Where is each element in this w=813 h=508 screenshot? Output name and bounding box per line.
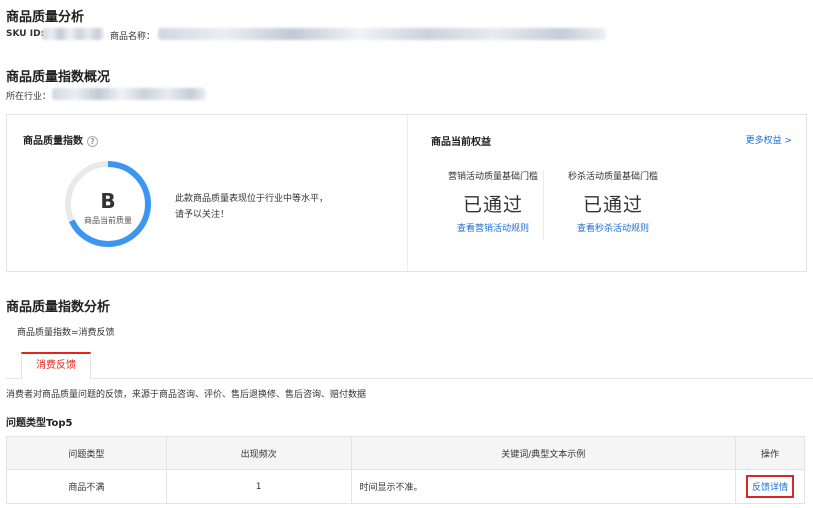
quality-overview-card: 商品质量指数? B 商品当前质量 此款商品质量表现位于行业中等水平，请予以关注！… — [6, 114, 807, 272]
help-icon[interactable]: ? — [87, 135, 98, 147]
top5-title: 问题类型Top5 — [6, 418, 73, 429]
sku-label: SKU ID: — [6, 29, 45, 39]
cell-action: 反馈详情 — [735, 469, 805, 504]
product-name-label: 商品名称： — [110, 32, 156, 42]
benefit-separator — [543, 170, 544, 240]
page-title: 商品质量分析 — [6, 10, 85, 25]
index-description: 此款商品质量表现位于行业中等水平，请予以关注！ — [175, 194, 329, 220]
rights-title: 商品当前权益 — [431, 137, 491, 148]
grade-caption: 商品当前质量 — [84, 216, 132, 225]
benefit-status: 已通过 — [462, 194, 523, 216]
overview-title: 商品质量指数概况 — [6, 70, 111, 85]
benefit-marketing: 营销活动质量基础门槛 已通过 查看营销活动规则 — [438, 169, 548, 234]
index-formula: 商品质量指数=消费反馈 — [17, 328, 115, 338]
product-name-redacted — [158, 28, 606, 40]
flash-sale-rules-link[interactable]: 查看秒杀活动规则 — [558, 221, 668, 234]
col-frequency: 出现频次 — [165, 436, 352, 470]
tab-description: 消费者对商品质量问题的反馈，来源于商品咨询、评价、售后退换修、售后咨询、赔付数据 — [6, 390, 367, 400]
sku-value-redacted — [42, 28, 104, 40]
feedback-detail-link[interactable]: 反馈详情 — [746, 475, 795, 498]
quality-gauge: B 商品当前质量 — [63, 159, 153, 249]
benefit-status: 已通过 — [582, 194, 643, 216]
cell-frequency: 1 — [165, 469, 352, 504]
industry-label: 所在行业： — [6, 92, 52, 102]
tab-consumer-feedback[interactable]: 消费反馈 — [21, 352, 91, 379]
col-issue-type: 问题类型 — [6, 436, 167, 470]
table-header-row: 问题类型 出现频次 关键词/典型文本示例 操作 — [6, 436, 805, 470]
issue-table: 问题类型 出现频次 关键词/典型文本示例 操作 商品不满 1 时间显示不准。 反… — [6, 436, 805, 504]
table-row: 商品不满 1 时间显示不准。 反馈详情 — [6, 469, 805, 504]
index-card-title-wrap: 商品质量指数? — [23, 132, 98, 147]
analysis-title: 商品质量指数分析 — [6, 300, 111, 315]
index-card-title: 商品质量指数 — [23, 136, 83, 147]
grade-letter: B — [100, 189, 116, 213]
benefit-label: 秒杀活动质量基础门槛 — [567, 172, 658, 182]
benefit-flash-sale: 秒杀活动质量基础门槛 已通过 查看秒杀活动规则 — [558, 169, 668, 234]
benefit-label: 营销活动质量基础门槛 — [447, 172, 538, 182]
more-rights-link[interactable]: 更多权益 > — [746, 133, 792, 146]
marketing-rules-link[interactable]: 查看营销活动规则 — [438, 221, 548, 234]
industry-redacted — [52, 88, 206, 100]
tab-bar-line — [6, 378, 813, 379]
col-keywords: 关键词/典型文本示例 — [350, 436, 737, 470]
cell-issue-type: 商品不满 — [6, 469, 167, 504]
card-divider — [407, 115, 408, 271]
cell-keywords: 时间显示不准。 — [350, 469, 737, 504]
col-action: 操作 — [735, 436, 805, 470]
